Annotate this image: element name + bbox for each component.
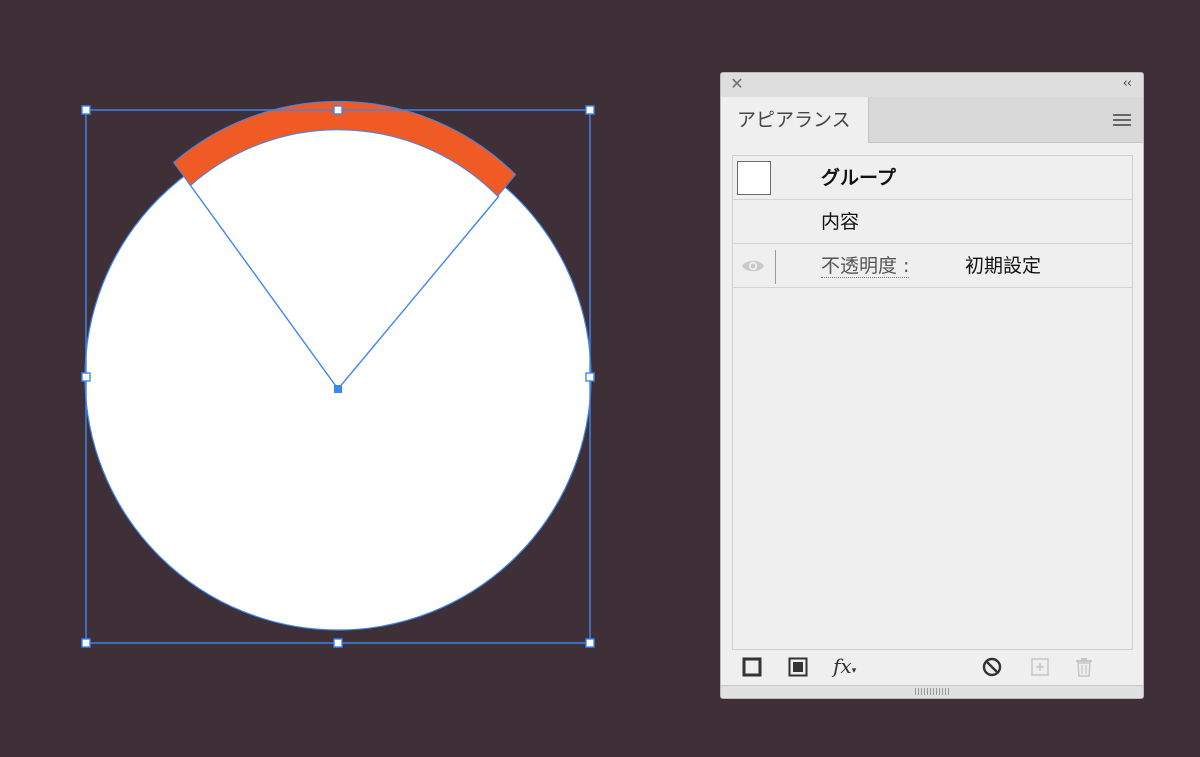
delete-item-icon (1076, 658, 1092, 677)
hamburger-menu-icon[interactable] (1113, 114, 1131, 127)
opacity-value: 初期設定 (965, 255, 1042, 277)
collapse-panel-icon[interactable]: ‹‹ (1123, 76, 1132, 92)
handle-bottom-left[interactable] (81, 638, 91, 648)
fx-label: fx (833, 654, 852, 678)
handle-middle-left[interactable] (81, 372, 91, 382)
eye-icon[interactable] (741, 257, 765, 275)
circle-shape[interactable] (84, 123, 592, 631)
panel-tabstrip: アピアランス (721, 97, 1143, 143)
panel-titlebar: ✕ ‹‹ (721, 73, 1143, 97)
handle-top-right[interactable] (585, 105, 595, 115)
tab-appearance[interactable]: アピアランス (721, 97, 869, 143)
panel-toolbar: fx▾ (721, 653, 1143, 683)
list-item-group[interactable]: グループ (733, 156, 1132, 200)
appearance-panel: ✕ ‹‹ アピアランス グループ 内容 不透明度 : 初期設定 fx▾ (720, 72, 1144, 699)
opacity-link[interactable]: 不透明度 : (821, 244, 910, 288)
handle-middle-right[interactable] (585, 372, 595, 382)
add-effect-button[interactable]: fx▾ (833, 653, 856, 684)
duplicate-item-icon (1031, 658, 1049, 676)
group-label: グループ (821, 167, 896, 189)
contents-label: 内容 (821, 211, 860, 233)
center-anchor-point[interactable] (334, 385, 342, 393)
resize-grip-icon[interactable] (915, 688, 949, 695)
row-divider (775, 250, 776, 284)
list-item-opacity[interactable]: 不透明度 : 初期設定 (733, 244, 1132, 288)
group-thumbnail (737, 161, 771, 195)
handle-bottom-right[interactable] (585, 638, 595, 648)
list-item-contents[interactable]: 内容 (733, 200, 1132, 244)
handle-bottom-middle[interactable] (333, 638, 343, 648)
panel-resize-bar[interactable] (721, 685, 1143, 698)
add-new-fill-icon[interactable] (787, 656, 809, 678)
handle-top-middle[interactable] (333, 105, 343, 115)
handle-top-left[interactable] (81, 105, 91, 115)
close-icon[interactable]: ✕ (729, 76, 745, 92)
appearance-list: グループ 内容 不透明度 : 初期設定 (732, 155, 1133, 650)
add-new-stroke-icon[interactable] (741, 656, 763, 678)
artboard-canvas[interactable] (0, 0, 720, 757)
opacity-label-text[interactable]: 不透明度 : (821, 255, 910, 278)
clear-appearance-icon[interactable] (981, 656, 1003, 678)
